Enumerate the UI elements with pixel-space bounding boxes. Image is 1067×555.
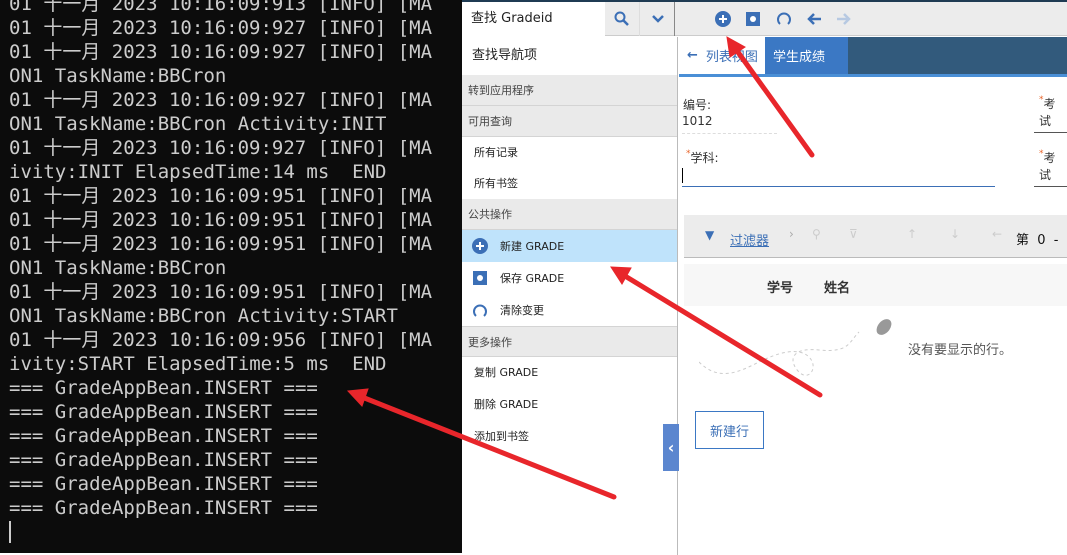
tab-bar: ← 列表视图 学生成绩 bbox=[679, 37, 1067, 77]
terminal-line: ON1 TaskName:BBCron Activity:INIT bbox=[9, 113, 387, 135]
terminal-line: 01 十一月 2023 10:16:09:951 [INFO] [MA bbox=[9, 233, 433, 255]
chevron-down-icon[interactable] bbox=[641, 2, 675, 36]
exam-input-2[interactable] bbox=[1034, 186, 1067, 187]
forward-icon[interactable] bbox=[834, 2, 854, 36]
terminal-line: ON1 TaskName:BBCron Activity:START bbox=[9, 305, 398, 327]
subject-label: *学科: bbox=[686, 149, 719, 165]
empty-message: 没有要显示的行。 bbox=[908, 343, 1013, 358]
action-duplicate-grade[interactable]: 复制 GRADE bbox=[462, 357, 677, 389]
terminal-window: 01 十一月 2023 10:16:09:913 [INFO] [MA 01 十一… bbox=[0, 0, 462, 553]
terminal-cursor bbox=[9, 521, 11, 543]
action-save-grade[interactable]: 保存 GRADE bbox=[462, 262, 677, 294]
terminal-line: ON1 TaskName:BBCron bbox=[9, 257, 227, 279]
exam-label-2: *考试 bbox=[1039, 149, 1056, 182]
undo-icon bbox=[472, 302, 488, 318]
maximo-app: 查找 Gradeid 查找导航项 转到应用程序 可用查询 所有记录 所有书签 公… bbox=[462, 0, 1067, 555]
terminal-line: 01 十一月 2023 10:16:09:951 [INFO] [MA bbox=[9, 281, 433, 303]
action-clear-changes[interactable]: 清除变更 bbox=[462, 294, 677, 326]
terminal-line: 01 十一月 2023 10:16:09:913 [INFO] [MA bbox=[9, 0, 433, 15]
back-icon[interactable] bbox=[804, 2, 824, 36]
terminal-line: ivity:START ElapsedTime:5 ms END bbox=[9, 353, 387, 375]
id-value: 1012 bbox=[682, 114, 777, 134]
search-icon[interactable]: ⚲ bbox=[812, 227, 821, 241]
arrow-down-icon[interactable]: ↓ bbox=[950, 227, 960, 241]
page-indicator: 第 0 - bbox=[1016, 233, 1059, 248]
terminal-line: === GradeAppBean.INSERT === bbox=[9, 401, 318, 423]
search-icon[interactable] bbox=[605, 2, 640, 36]
grid-toolbar: ▼ 过滤器 › ⚲ ⊽ ↑ ↓ ← 第 0 - bbox=[684, 215, 1067, 258]
terminal-line: === GradeAppBean.INSERT === bbox=[9, 425, 318, 447]
back-arrow-icon: ← bbox=[687, 48, 698, 63]
action-label: 新建 GRADE bbox=[500, 240, 565, 253]
add-icon bbox=[472, 238, 488, 254]
column-student-id[interactable]: 学号 bbox=[767, 277, 793, 296]
filter-icon: ▼ bbox=[705, 228, 715, 242]
exam-input-1[interactable] bbox=[1034, 132, 1067, 133]
query-all-bookmarks[interactable]: 所有书签 bbox=[462, 168, 677, 199]
id-label: 编号: bbox=[683, 98, 712, 112]
terminal-line: 01 十一月 2023 10:16:09:927 [INFO] [MA bbox=[9, 137, 433, 159]
action-delete-grade[interactable]: 删除 GRADE bbox=[462, 389, 677, 421]
save-icon bbox=[472, 270, 488, 286]
collapse-sidebar-button[interactable]: ‹ bbox=[663, 424, 679, 471]
query-all-records[interactable]: 所有记录 bbox=[462, 137, 677, 168]
terminal-line: 01 十一月 2023 10:16:09:951 [INFO] [MA bbox=[9, 185, 433, 207]
terminal-line: ON1 TaskName:BBCron bbox=[9, 65, 227, 87]
sidebar: 查找导航项 转到应用程序 可用查询 所有记录 所有书签 公共操作 新建 GRAD… bbox=[462, 37, 679, 555]
more-actions-header: 更多操作 bbox=[462, 326, 677, 357]
common-actions-header: 公共操作 bbox=[462, 199, 677, 230]
action-add-bookmark[interactable]: 添加到书签 bbox=[462, 421, 677, 453]
top-toolbar: 查找 Gradeid bbox=[462, 2, 1067, 36]
action-label: 清除变更 bbox=[500, 304, 544, 317]
save-icon[interactable] bbox=[744, 2, 762, 36]
tab-student-grades[interactable]: 学生成绩 bbox=[765, 37, 848, 74]
terminal-line: === GradeAppBean.INSERT === bbox=[9, 377, 318, 399]
terminal-line: 01 十一月 2023 10:16:09:927 [INFO] [MA bbox=[9, 41, 433, 63]
new-row-button[interactable]: 新建行 bbox=[695, 411, 764, 449]
main-content: ← 列表视图 学生成绩 编号: 1012 *学科: *考试 *考试 ▼ 过滤器 ›… bbox=[679, 37, 1067, 555]
tab-list-view[interactable]: ← 列表视图 bbox=[679, 37, 765, 74]
terminal-line: === GradeAppBean.INSERT === bbox=[9, 473, 318, 495]
clear-filter-icon[interactable]: ⊽ bbox=[849, 227, 858, 241]
goto-app-header[interactable]: 转到应用程序 bbox=[462, 75, 677, 106]
terminal-line: 01 十一月 2023 10:16:09:927 [INFO] [MA bbox=[9, 17, 433, 39]
filter-link[interactable]: 过滤器 bbox=[730, 230, 769, 249]
terminal-line: 01 十一月 2023 10:16:09:951 [INFO] [MA bbox=[9, 209, 433, 231]
arrow-up-icon[interactable]: ↑ bbox=[907, 227, 917, 241]
subject-input[interactable] bbox=[682, 165, 995, 187]
find-nav-item[interactable]: 查找导航项 bbox=[462, 37, 677, 75]
terminal-line: === GradeAppBean.INSERT === bbox=[9, 449, 318, 471]
chevron-right-icon[interactable]: › bbox=[789, 227, 794, 241]
prev-page-icon[interactable]: ← bbox=[992, 227, 1002, 241]
action-label: 保存 GRADE bbox=[500, 272, 565, 285]
terminal-line: 01 十一月 2023 10:16:09:956 [INFO] [MA bbox=[9, 329, 433, 351]
find-gradeid-input[interactable]: 查找 Gradeid bbox=[462, 2, 605, 36]
grid-header: 学号 姓名 bbox=[684, 264, 1067, 306]
terminal-line: 01 十一月 2023 10:16:09:927 [INFO] [MA bbox=[9, 89, 433, 111]
undo-icon[interactable] bbox=[774, 2, 794, 36]
terminal-line: ivity:INIT ElapsedTime:14 ms END bbox=[9, 161, 387, 183]
queries-header: 可用查询 bbox=[462, 106, 677, 137]
tab-label: 列表视图 bbox=[705, 50, 758, 65]
exam-label-1: *考试 bbox=[1039, 95, 1056, 128]
action-new-grade[interactable]: 新建 GRADE bbox=[462, 230, 677, 262]
column-name[interactable]: 姓名 bbox=[824, 277, 850, 296]
terminal-line: === GradeAppBean.INSERT === bbox=[9, 497, 318, 519]
add-icon[interactable] bbox=[713, 2, 733, 36]
bee-illustration bbox=[699, 319, 892, 376]
